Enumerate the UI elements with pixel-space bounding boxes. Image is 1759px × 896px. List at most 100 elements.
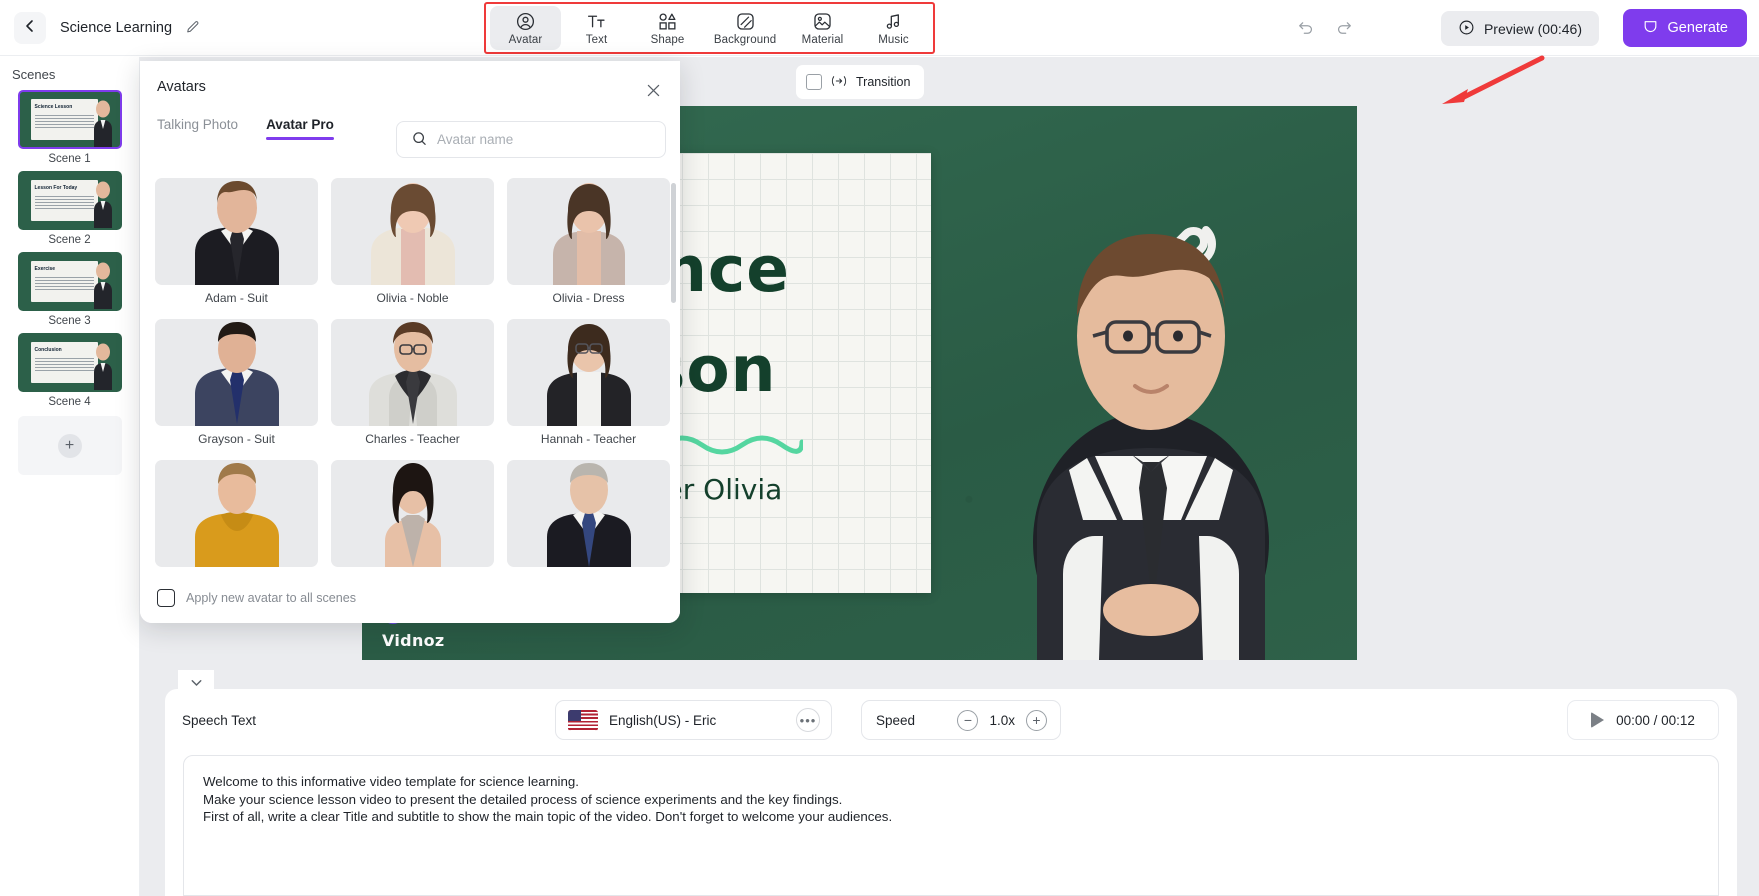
tab-avatar-pro[interactable]: Avatar Pro: [266, 117, 334, 140]
user-circle-icon: [515, 11, 536, 32]
avatar-figure: [370, 183, 455, 285]
speech-card: Speech Text English(US) - Eric ••• Speed…: [165, 689, 1737, 896]
avatar-card[interactable]: [331, 460, 494, 571]
avatar-thumbnail[interactable]: [331, 319, 494, 426]
scene-board-lines: [34, 115, 94, 129]
avatar-figure: [552, 183, 625, 285]
avatar-name: Hannah - Teacher: [540, 432, 637, 446]
audio-player[interactable]: 00:00 / 00:12: [1567, 700, 1719, 740]
scene-item-2[interactable]: Lesson For Today Scene 2: [17, 171, 122, 246]
scene-thumbnail[interactable]: Science Lesson: [17, 90, 122, 149]
sparkle-badge-icon: [1642, 18, 1659, 39]
avatar-thumbnail[interactable]: [331, 178, 494, 285]
tool-avatar[interactable]: Avatar: [490, 6, 561, 50]
undo-button[interactable]: [1289, 11, 1323, 45]
avatar-figure: [546, 324, 631, 426]
avatar-name: Grayson - Suit: [198, 432, 275, 446]
transition-checkbox[interactable]: [806, 74, 822, 90]
tool-shape[interactable]: Shape: [632, 6, 703, 50]
generate-button[interactable]: Generate: [1622, 9, 1747, 47]
tool-background[interactable]: Background: [703, 6, 787, 50]
tab-talking-photo[interactable]: Talking Photo: [157, 117, 238, 140]
plus-icon[interactable]: +: [1026, 709, 1047, 731]
avatar-thumbnail[interactable]: [507, 178, 670, 285]
avatar-grid: Adam - Suit Olivia - Noble Olivia - Dres…: [155, 178, 672, 571]
scene-item-1[interactable]: Science Lesson Scene 1: [17, 90, 122, 165]
undo-arrow-icon: [1296, 17, 1316, 40]
avatar-card[interactable]: [155, 460, 318, 571]
speech-text-editor[interactable]: Welcome to this informative video templa…: [183, 755, 1719, 896]
avatar-search-input[interactable]: [437, 132, 637, 147]
avatar-presenter[interactable]: [967, 140, 1327, 660]
avatar-card[interactable]: Adam - Suit: [155, 178, 318, 313]
redo-button[interactable]: [1327, 11, 1361, 45]
tool-tabs: Avatar Text Shape Background Material Mu…: [484, 2, 935, 54]
avatar-thumbnail[interactable]: [507, 319, 670, 426]
tool-text[interactable]: Text: [561, 6, 632, 50]
tool-music[interactable]: Music: [858, 6, 929, 50]
scene-caption: Scene 4: [48, 396, 91, 408]
scene-board-lines: [34, 358, 94, 372]
voice-name: English(US) - Eric: [609, 712, 717, 728]
music-note-icon: [883, 11, 904, 32]
avatar-card[interactable]: Olivia - Noble: [331, 178, 494, 313]
avatars-tabs: Talking Photo Avatar Pro: [157, 117, 334, 140]
avatar-grid-scrollbar[interactable]: [671, 183, 676, 303]
script-line: Welcome to this informative video templa…: [203, 774, 579, 789]
scenes-heading: Scenes: [12, 67, 56, 82]
apply-to-all-scenes-label: Apply new avatar to all scenes: [186, 591, 357, 605]
vidnoz-watermark: Vidnoz: [382, 631, 445, 650]
scene-presenter: [93, 100, 112, 147]
scene-thumbnail[interactable]: Exercise: [17, 252, 122, 311]
scene-caption: Scene 3: [48, 315, 91, 327]
scene-thumbnail[interactable]: Conclusion: [17, 333, 122, 392]
scene-thumbnail[interactable]: Lesson For Today: [17, 171, 122, 230]
scene-board-lines: [34, 277, 94, 291]
avatar-thumbnail[interactable]: [507, 460, 670, 567]
add-scene-button[interactable]: +: [17, 416, 122, 475]
minus-icon[interactable]: −: [957, 709, 979, 731]
bottom-panel: Speech Text English(US) - Eric ••• Speed…: [140, 668, 1759, 896]
avatar-thumbnail[interactable]: [155, 319, 318, 426]
redo-arrow-icon: [1334, 17, 1354, 40]
player-time: 00:00 / 00:12: [1616, 712, 1695, 728]
transition-toggle[interactable]: Transition: [796, 65, 925, 99]
avatar-card[interactable]: Charles - Teacher: [331, 319, 494, 454]
avatar-card[interactable]: Olivia - Dress: [507, 178, 670, 313]
top-toolbar: Science Learning Avatar Text Shape Backg…: [0, 0, 1759, 56]
script-line: First of all, write a clear Title and su…: [203, 809, 893, 825]
back-button[interactable]: [14, 11, 46, 44]
scene-board-title: Exercise: [34, 266, 56, 272]
scene-caption: Scene 2: [48, 234, 91, 246]
avatar-card[interactable]: Grayson - Suit: [155, 319, 318, 454]
play-icon[interactable]: [1591, 712, 1605, 728]
more-dots-icon[interactable]: •••: [796, 708, 820, 732]
avatar-thumbnail[interactable]: [155, 460, 318, 567]
tool-material[interactable]: Material: [787, 6, 858, 50]
avatar-card[interactable]: Hannah - Teacher: [507, 319, 670, 454]
pencil-icon[interactable]: [184, 19, 201, 36]
avatar-name: Adam - Suit: [205, 291, 268, 305]
history-controls: [1289, 11, 1361, 45]
transition-icon: [831, 73, 847, 92]
avatar-row: [155, 460, 672, 571]
plus-icon: +: [57, 433, 82, 458]
avatar-figure: [194, 463, 279, 567]
apply-to-all-scenes-checkbox[interactable]: [157, 589, 175, 607]
preview-button[interactable]: Preview (00:46): [1440, 11, 1599, 46]
avatar-thumbnail[interactable]: [155, 178, 318, 285]
scene-presenter: [93, 343, 112, 390]
avatar-figure: [194, 181, 279, 285]
scene-item-4[interactable]: Conclusion Scene 4: [17, 333, 122, 408]
voice-selector[interactable]: English(US) - Eric •••: [555, 700, 832, 740]
generate-label: Generate: [1667, 20, 1728, 36]
avatar-thumbnail[interactable]: [331, 460, 494, 567]
shapes-grid-icon: [657, 11, 678, 32]
avatar-figure: [384, 463, 441, 567]
scene-item-3[interactable]: Exercise Scene 3: [17, 252, 122, 327]
avatar-search-box[interactable]: [396, 121, 666, 158]
close-icon[interactable]: [640, 77, 666, 103]
avatar-card[interactable]: [507, 460, 670, 571]
us-flag-icon: [568, 709, 598, 731]
avatar-name: Olivia - Dress: [552, 291, 625, 305]
